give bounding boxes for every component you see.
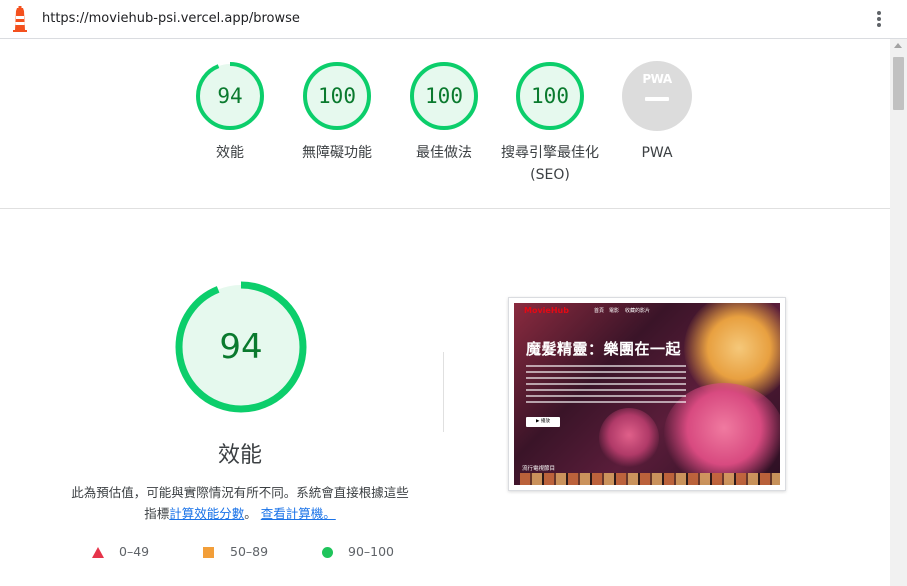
gauge-score: 100 <box>531 84 569 108</box>
gauge-label-seo-line1: 搜尋引擎最佳化 <box>501 145 599 161</box>
gauge-accessibility[interactable]: 100 <box>301 60 373 132</box>
preview-title: 魔髮精靈：樂團在一起 <box>526 340 682 358</box>
vertical-scrollbar[interactable] <box>890 39 907 586</box>
preview-play-button: ▶ 播放 <box>526 417 560 427</box>
note-separator: 。 <box>244 506 257 521</box>
gauge-label-seo-line2: (SEO) <box>530 167 570 183</box>
gauge-score: 94 <box>217 84 243 108</box>
preview-logo: MovieHub <box>524 306 569 315</box>
gauge-label-seo: 搜尋引擎最佳化 (SEO) <box>490 142 610 186</box>
legend-range: 90–100 <box>348 544 395 559</box>
square-icon <box>203 547 214 558</box>
view-calculator-link[interactable]: 查看計算機。 <box>261 506 336 521</box>
calc-score-link[interactable]: 計算效能分數 <box>169 506 244 521</box>
gauge-seo[interactable]: 100 <box>514 60 586 132</box>
vertical-divider <box>443 352 444 432</box>
gauge-label-best-practices: 最佳做法 <box>416 145 472 161</box>
performance-note: 此為預估值，可能與實際情況有所不同。系統會直接根據這些 指標計算效能分數。 查看… <box>40 482 440 524</box>
screenshot-image: MovieHub 首頁 電影 收藏的影片 魔髮精靈：樂團在一起 ▶ 播放 流行電… <box>514 303 780 485</box>
performance-gauge-large: 94 <box>173 279 309 415</box>
circle-icon <box>322 547 333 558</box>
scroll-thumb[interactable] <box>893 57 904 110</box>
performance-title: 效能 <box>217 443 262 468</box>
legend-range: 50–89 <box>230 544 269 559</box>
performance-score: 94 <box>219 327 263 367</box>
preview-navbar: MovieHub 首頁 電影 收藏的影片 <box>514 303 780 319</box>
preview-row-label: 流行電視節目 <box>522 466 556 472</box>
address-bar: https://moviehub-psi.vercel.app/browse <box>0 0 907 39</box>
preview-nav-item: 電影 <box>609 308 620 314</box>
preview-nav-item: 首頁 <box>594 308 605 314</box>
gauge-pwa[interactable]: PWA <box>621 60 693 132</box>
lighthouse-icon <box>13 6 27 32</box>
legend-range: 0–49 <box>119 544 150 559</box>
kebab-menu-icon[interactable] <box>874 11 884 29</box>
gauge-label-performance: 效能 <box>216 145 244 161</box>
note-line-2: 指標計算效能分數。 查看計算機。 <box>40 503 440 524</box>
pwa-badge-text: PWA <box>642 72 672 86</box>
section-divider <box>0 208 890 209</box>
note-line-1: 此為預估值，可能與實際情況有所不同。系統會直接根據這些 <box>71 485 409 500</box>
gauge-best-practices[interactable]: 100 <box>408 60 480 132</box>
page-url: https://moviehub-psi.vercel.app/browse <box>42 11 300 26</box>
pwa-badge-icon <box>622 61 692 131</box>
gauge-label-accessibility: 無障礙功能 <box>302 145 372 161</box>
triangle-icon <box>92 547 104 558</box>
gauge-label-pwa: PWA <box>641 145 673 161</box>
preview-thumbnail-row <box>520 473 780 485</box>
scroll-up-arrow-icon[interactable] <box>894 43 902 48</box>
final-screenshot[interactable]: MovieHub 首頁 電影 收藏的影片 魔髮精靈：樂團在一起 ▶ 播放 流行電… <box>508 297 786 491</box>
preview-nav-item: 收藏的影片 <box>625 308 651 314</box>
gauge-performance[interactable]: 94 <box>194 60 266 132</box>
preview-description <box>526 365 686 405</box>
troll-character-image <box>599 408 659 468</box>
gauge-score: 100 <box>318 84 356 108</box>
gauge-score: 100 <box>425 84 463 108</box>
note-prefix: 指標 <box>144 506 170 521</box>
